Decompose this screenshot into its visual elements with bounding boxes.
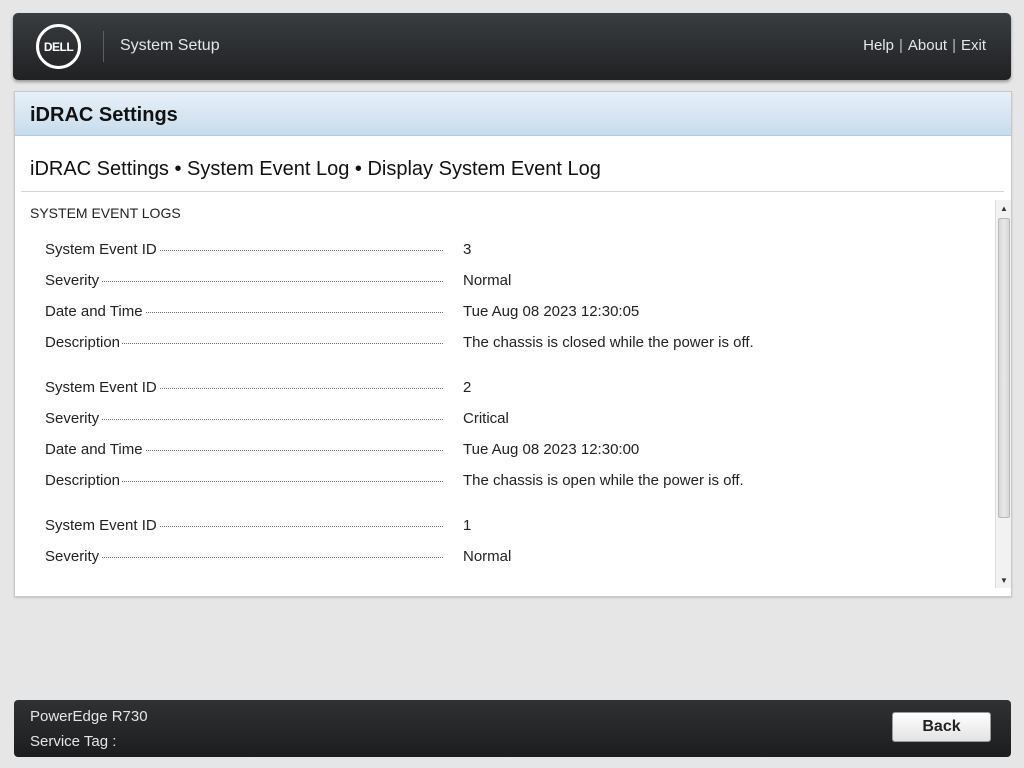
field-label: Date and Time [45,441,145,458]
severity-value: Critical [463,410,509,427]
field-label: Description [45,472,123,489]
scroll-up-arrow-icon[interactable]: ▲ [996,200,1012,216]
dotted-leader [45,557,443,558]
datetime-value: Tue Aug 08 2023 12:30:05 [463,303,640,320]
event-id-value: 2 [463,379,472,396]
field-label: Date and Time [45,303,145,320]
event-id-row: System Event ID 3 [45,241,745,261]
datetime-value: Tue Aug 08 2023 12:30:00 [463,441,640,458]
description-value: The chassis is open while the power is o… [463,472,744,489]
app-title: System Setup [120,37,220,54]
service-tag: Service Tag : [30,733,117,750]
scrollbar-thumb[interactable] [998,218,1010,518]
severity-row: Severity Critical [45,410,745,430]
event-id-value: 1 [463,517,472,534]
description-row: Description The chassis is open while th… [45,472,745,492]
field-label: Description [45,334,123,351]
field-label: System Event ID [45,241,159,258]
field-label: Severity [45,272,102,289]
severity-value: Normal [463,272,512,289]
exit-link[interactable]: Exit [961,37,986,54]
link-separator: | [952,37,956,54]
dotted-leader [45,281,443,282]
top-header-bar: DELL System Setup Help | About | Exit [13,13,1011,80]
field-label: System Event ID [45,379,159,396]
help-link[interactable]: Help [863,37,894,54]
header-links: Help | About | Exit [863,37,986,54]
field-label: System Event ID [45,517,159,534]
event-id-row: System Event ID 1 [45,517,745,537]
event-id-row: System Event ID 2 [45,379,745,399]
dell-logo: DELL [36,24,81,69]
scroll-down-arrow-icon[interactable]: ▼ [996,572,1012,588]
description-value: The chassis is closed while the power is… [463,334,754,351]
field-label: Severity [45,548,102,565]
severity-row: Severity Normal [45,272,745,292]
field-label: Severity [45,410,102,427]
header-divider [103,31,104,62]
dotted-leader [45,419,443,420]
link-separator: | [898,37,903,54]
back-button[interactable]: Back [892,712,991,742]
vertical-scrollbar[interactable]: ▲ ▼ [995,200,1011,588]
severity-row: Severity Normal [45,548,745,568]
footer-bar: PowerEdge R730 Service Tag : Back [14,700,1011,757]
main-panel: iDRAC Settings iDRAC Settings • System E… [14,91,1012,597]
datetime-row: Date and Time Tue Aug 08 2023 12:30:05 [45,303,745,323]
about-link[interactable]: About [908,37,947,54]
system-model: PowerEdge R730 [30,708,148,725]
event-log-list: System Event ID 3 Severity Normal Date a… [15,92,1011,596]
severity-value: Normal [463,548,512,565]
description-row: Description The chassis is closed while … [45,334,754,354]
event-id-value: 3 [463,241,472,258]
datetime-row: Date and Time Tue Aug 08 2023 12:30:00 [45,441,745,461]
